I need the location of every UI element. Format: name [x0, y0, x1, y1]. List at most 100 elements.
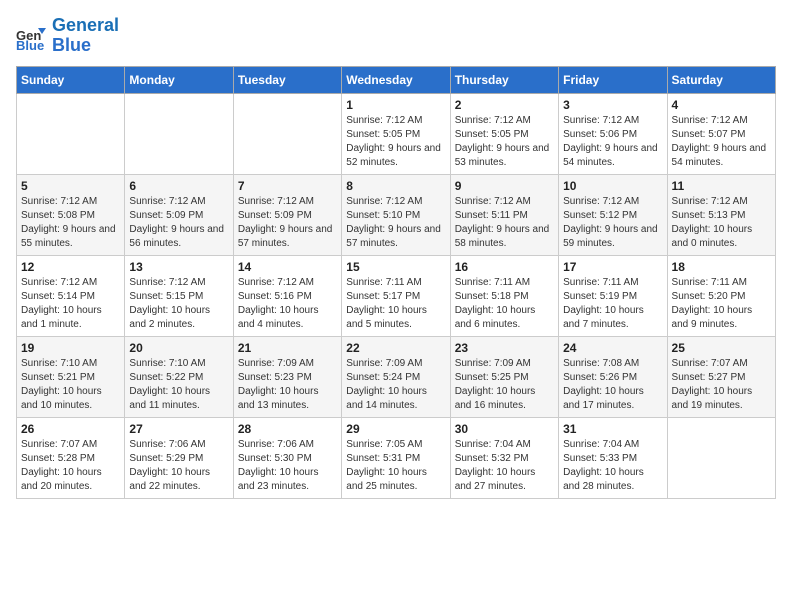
- day-number: 20: [129, 341, 228, 355]
- weekday-header-row: SundayMondayTuesdayWednesdayThursdayFrid…: [17, 66, 776, 93]
- week-row-4: 19 Sunrise: 7:10 AM Sunset: 5:21 PM Dayli…: [17, 336, 776, 417]
- day-number: 7: [238, 179, 337, 193]
- calendar-cell: 26 Sunrise: 7:07 AM Sunset: 5:28 PM Dayli…: [17, 417, 125, 498]
- day-info: Sunrise: 7:12 AM Sunset: 5:16 PM Dayligh…: [238, 276, 337, 332]
- calendar-cell: 17Sunrise: 7:11 AM Sunset: 5:19 PM Dayli…: [559, 255, 667, 336]
- calendar-cell: 10 Sunrise: 7:12 AM Sunset: 5:12 PM Dayli…: [559, 174, 667, 255]
- day-info: Sunrise: 7:11 AM Sunset: 5:18 PM Dayligh…: [455, 276, 554, 332]
- calendar-cell: 7 Sunrise: 7:12 AM Sunset: 5:09 PM Daylig…: [233, 174, 341, 255]
- calendar-cell: 14Sunrise: 7:12 AM Sunset: 5:16 PM Dayli…: [233, 255, 341, 336]
- day-info: Sunrise: 7:12 AM Sunset: 5:09 PM Dayligh…: [238, 195, 337, 251]
- calendar-cell: 29 Sunrise: 7:05 AM Sunset: 5:31 PM Dayli…: [342, 417, 450, 498]
- calendar-cell: 2 Sunrise: 7:12 AM Sunset: 5:05 PM Daylig…: [450, 93, 558, 174]
- calendar-cell: [125, 93, 233, 174]
- day-number: 10: [563, 179, 662, 193]
- day-number: 29: [346, 422, 445, 436]
- day-info: Sunrise: 7:07 AM Sunset: 5:28 PM Dayligh…: [21, 438, 120, 494]
- day-info: Sunrise: 7:06 AM Sunset: 5:30 PM Dayligh…: [238, 438, 337, 494]
- calendar-cell: 11 Sunrise: 7:12 AM Sunset: 5:13 PM Dayli…: [667, 174, 775, 255]
- day-number: 18: [672, 260, 771, 274]
- day-number: 1: [346, 98, 445, 112]
- page-header: Gen Blue GeneralBlue: [16, 16, 776, 56]
- calendar-cell: 15 Sunrise: 7:11 AM Sunset: 5:17 PM Dayli…: [342, 255, 450, 336]
- calendar-cell: [17, 93, 125, 174]
- day-info: Sunrise: 7:12 AM Sunset: 5:15 PM Dayligh…: [129, 276, 228, 332]
- day-number: 8: [346, 179, 445, 193]
- calendar-cell: 21Sunrise: 7:09 AM Sunset: 5:23 PM Dayli…: [233, 336, 341, 417]
- day-info: Sunrise: 7:09 AM Sunset: 5:25 PM Dayligh…: [455, 357, 554, 413]
- day-number: 3: [563, 98, 662, 112]
- weekday-header-thursday: Thursday: [450, 66, 558, 93]
- day-number: 2: [455, 98, 554, 112]
- calendar-cell: [233, 93, 341, 174]
- calendar-cell: 13 Sunrise: 7:12 AM Sunset: 5:15 PM Dayli…: [125, 255, 233, 336]
- day-number: 24: [563, 341, 662, 355]
- weekday-header-saturday: Saturday: [667, 66, 775, 93]
- weekday-header-wednesday: Wednesday: [342, 66, 450, 93]
- day-number: 13: [129, 260, 228, 274]
- day-number: 22: [346, 341, 445, 355]
- day-info: Sunrise: 7:12 AM Sunset: 5:13 PM Dayligh…: [672, 195, 771, 251]
- day-number: 27: [129, 422, 228, 436]
- day-number: 15: [346, 260, 445, 274]
- day-info: Sunrise: 7:07 AM Sunset: 5:27 PM Dayligh…: [672, 357, 771, 413]
- day-number: 11: [672, 179, 771, 193]
- calendar-cell: 28 Sunrise: 7:06 AM Sunset: 5:30 PM Dayli…: [233, 417, 341, 498]
- calendar-cell: 24 Sunrise: 7:08 AM Sunset: 5:26 PM Dayli…: [559, 336, 667, 417]
- week-row-5: 26 Sunrise: 7:07 AM Sunset: 5:28 PM Dayli…: [17, 417, 776, 498]
- day-info: Sunrise: 7:11 AM Sunset: 5:19 PM Dayligh…: [563, 276, 662, 332]
- day-number: 5: [21, 179, 120, 193]
- day-info: Sunrise: 7:10 AM Sunset: 5:22 PM Dayligh…: [129, 357, 228, 413]
- day-number: 19: [21, 341, 120, 355]
- day-info: Sunrise: 7:12 AM Sunset: 5:05 PM Dayligh…: [455, 114, 554, 170]
- day-number: 26: [21, 422, 120, 436]
- calendar-cell: 8 Sunrise: 7:12 AM Sunset: 5:10 PM Daylig…: [342, 174, 450, 255]
- logo-icon: Gen Blue: [16, 20, 48, 52]
- day-info: Sunrise: 7:05 AM Sunset: 5:31 PM Dayligh…: [346, 438, 445, 494]
- week-row-1: 1 Sunrise: 7:12 AM Sunset: 5:05 PM Daylig…: [17, 93, 776, 174]
- calendar-cell: 20 Sunrise: 7:10 AM Sunset: 5:22 PM Dayli…: [125, 336, 233, 417]
- calendar-cell: 1Sunrise: 7:12 AM Sunset: 5:05 PM Daylig…: [342, 93, 450, 174]
- day-info: Sunrise: 7:09 AM Sunset: 5:24 PM Dayligh…: [346, 357, 445, 413]
- calendar-cell: 6 Sunrise: 7:12 AM Sunset: 5:09 PM Daylig…: [125, 174, 233, 255]
- weekday-header-monday: Monday: [125, 66, 233, 93]
- day-number: 25: [672, 341, 771, 355]
- weekday-header-tuesday: Tuesday: [233, 66, 341, 93]
- day-info: Sunrise: 7:12 AM Sunset: 5:06 PM Dayligh…: [563, 114, 662, 170]
- day-number: 21: [238, 341, 337, 355]
- calendar-cell: 25 Sunrise: 7:07 AM Sunset: 5:27 PM Dayli…: [667, 336, 775, 417]
- calendar-cell: 3 Sunrise: 7:12 AM Sunset: 5:06 PM Daylig…: [559, 93, 667, 174]
- logo: Gen Blue GeneralBlue: [16, 16, 119, 56]
- day-info: Sunrise: 7:12 AM Sunset: 5:09 PM Dayligh…: [129, 195, 228, 251]
- day-info: Sunrise: 7:12 AM Sunset: 5:08 PM Dayligh…: [21, 195, 120, 251]
- day-number: 31: [563, 422, 662, 436]
- calendar-table: SundayMondayTuesdayWednesdayThursdayFrid…: [16, 66, 776, 499]
- day-info: Sunrise: 7:10 AM Sunset: 5:21 PM Dayligh…: [21, 357, 120, 413]
- day-number: 9: [455, 179, 554, 193]
- calendar-cell: 27 Sunrise: 7:06 AM Sunset: 5:29 PM Dayli…: [125, 417, 233, 498]
- day-number: 28: [238, 422, 337, 436]
- week-row-3: 12 Sunrise: 7:12 AM Sunset: 5:14 PM Dayli…: [17, 255, 776, 336]
- day-number: 12: [21, 260, 120, 274]
- day-number: 23: [455, 341, 554, 355]
- day-info: Sunrise: 7:12 AM Sunset: 5:11 PM Dayligh…: [455, 195, 554, 251]
- calendar-cell: 30Sunrise: 7:04 AM Sunset: 5:32 PM Dayli…: [450, 417, 558, 498]
- weekday-header-friday: Friday: [559, 66, 667, 93]
- day-info: Sunrise: 7:12 AM Sunset: 5:10 PM Dayligh…: [346, 195, 445, 251]
- calendar-cell: 31Sunrise: 7:04 AM Sunset: 5:33 PM Dayli…: [559, 417, 667, 498]
- weekday-header-sunday: Sunday: [17, 66, 125, 93]
- calendar-cell: 12 Sunrise: 7:12 AM Sunset: 5:14 PM Dayli…: [17, 255, 125, 336]
- logo-text: GeneralBlue: [52, 16, 119, 56]
- calendar-cell: 19 Sunrise: 7:10 AM Sunset: 5:21 PM Dayli…: [17, 336, 125, 417]
- day-info: Sunrise: 7:06 AM Sunset: 5:29 PM Dayligh…: [129, 438, 228, 494]
- calendar-cell: 16 Sunrise: 7:11 AM Sunset: 5:18 PM Dayli…: [450, 255, 558, 336]
- day-number: 16: [455, 260, 554, 274]
- day-info: Sunrise: 7:12 AM Sunset: 5:14 PM Dayligh…: [21, 276, 120, 332]
- day-info: Sunrise: 7:11 AM Sunset: 5:17 PM Dayligh…: [346, 276, 445, 332]
- day-info: Sunrise: 7:08 AM Sunset: 5:26 PM Dayligh…: [563, 357, 662, 413]
- day-number: 6: [129, 179, 228, 193]
- day-info: Sunrise: 7:12 AM Sunset: 5:12 PM Dayligh…: [563, 195, 662, 251]
- svg-text:Blue: Blue: [16, 38, 44, 52]
- calendar-cell: 5 Sunrise: 7:12 AM Sunset: 5:08 PM Daylig…: [17, 174, 125, 255]
- day-number: 30: [455, 422, 554, 436]
